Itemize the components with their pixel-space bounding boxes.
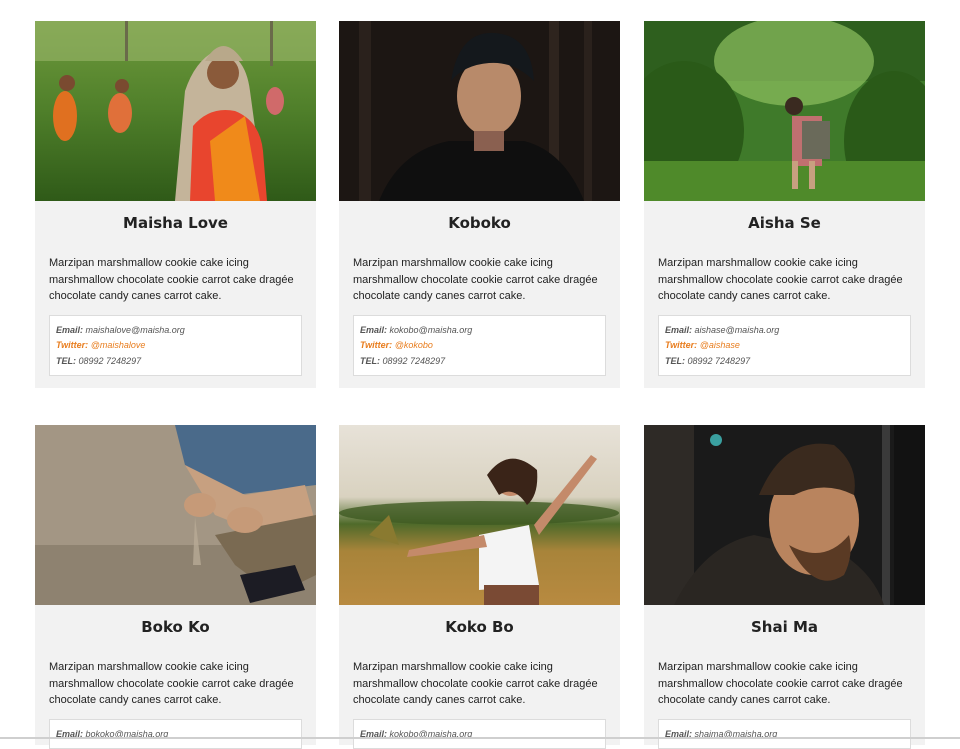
twitter-link[interactable]: @aishase — [700, 340, 740, 350]
team-card: Maisha Love Marzipan marshmallow cookie … — [35, 21, 316, 388]
twitter-line: Twitter: @kokobo — [360, 338, 599, 354]
tel-value: 08992 7248297 — [79, 356, 142, 366]
email-value[interactable]: maishalove@maisha.org — [86, 325, 185, 335]
member-description: Marzipan marshmallow cookie cake icing m… — [353, 255, 606, 305]
member-description: Marzipan marshmallow cookie cake icing m… — [49, 255, 302, 305]
member-name: Koboko — [339, 201, 620, 245]
contact-box: Email: maishalove@maisha.org Twitter: @m… — [49, 315, 302, 377]
member-description: Marzipan marshmallow cookie cake icing m… — [658, 255, 911, 305]
member-name: Koko Bo — [339, 605, 620, 649]
member-description: Marzipan marshmallow cookie cake icing m… — [353, 659, 606, 709]
tel-line: TEL: 08992 7248297 — [665, 354, 904, 370]
team-card: Shai Ma Marzipan marshmallow cookie cake… — [644, 425, 925, 745]
email-label: Email: — [56, 325, 83, 335]
tel-label: TEL: — [360, 356, 380, 366]
team-card: Koko Bo Marzipan marshmallow cookie cake… — [339, 425, 620, 745]
email-value[interactable]: kokobo@maisha.org — [390, 325, 473, 335]
twitter-link[interactable]: @maishalove — [91, 340, 146, 350]
contact-box: Email: kokobo@maisha.org Twitter: @kokob… — [353, 315, 606, 377]
email-label: Email: — [665, 325, 692, 335]
member-name: Maisha Love — [35, 201, 316, 245]
contact-box: Email: aishase@maisha.org Twitter: @aish… — [658, 315, 911, 377]
twitter-label: Twitter: — [56, 340, 88, 350]
tel-line: TEL: 08992 7248297 — [360, 354, 599, 370]
team-grid: Maisha Love Marzipan marshmallow cookie … — [0, 0, 960, 739]
tel-value: 08992 7248297 — [383, 356, 446, 366]
email-value[interactable]: aishase@maisha.org — [695, 325, 780, 335]
twitter-label: Twitter: — [665, 340, 697, 350]
member-name: Aisha Se — [644, 201, 925, 245]
tel-label: TEL: — [665, 356, 685, 366]
email-line: Email: shaima@maisha.org — [665, 727, 904, 743]
email-line: Email: kokobo@maisha.org — [360, 727, 599, 743]
member-name: Shai Ma — [644, 605, 925, 649]
profile-photo — [644, 21, 925, 201]
profile-photo — [339, 425, 620, 605]
twitter-line: Twitter: @maishalove — [56, 338, 295, 354]
email-line: Email: aishase@maisha.org — [665, 323, 904, 339]
email-line: Email: bokoko@maisha.org — [56, 727, 295, 743]
member-description: Marzipan marshmallow cookie cake icing m… — [658, 659, 911, 709]
email-label: Email: — [360, 325, 387, 335]
profile-photo — [339, 21, 620, 201]
member-description: Marzipan marshmallow cookie cake icing m… — [49, 659, 302, 709]
team-card: Boko Ko Marzipan marshmallow cookie cake… — [35, 425, 316, 745]
tel-value: 08992 7248297 — [688, 356, 751, 366]
email-line: Email: maishalove@maisha.org — [56, 323, 295, 339]
team-card: Aisha Se Marzipan marshmallow cookie cak… — [644, 21, 925, 388]
twitter-link[interactable]: @kokobo — [395, 340, 433, 350]
member-name: Boko Ko — [35, 605, 316, 649]
email-line: Email: kokobo@maisha.org — [360, 323, 599, 339]
contact-box: Email: bokoko@maisha.org — [49, 719, 302, 749]
tel-label: TEL: — [56, 356, 76, 366]
team-card: Koboko Marzipan marshmallow cookie cake … — [339, 21, 620, 388]
tel-line: TEL: 08992 7248297 — [56, 354, 295, 370]
twitter-label: Twitter: — [360, 340, 392, 350]
profile-photo — [644, 425, 925, 605]
profile-photo — [35, 425, 316, 605]
contact-box: Email: kokobo@maisha.org — [353, 719, 606, 749]
twitter-line: Twitter: @aishase — [665, 338, 904, 354]
profile-photo — [35, 21, 316, 201]
contact-box: Email: shaima@maisha.org — [658, 719, 911, 749]
